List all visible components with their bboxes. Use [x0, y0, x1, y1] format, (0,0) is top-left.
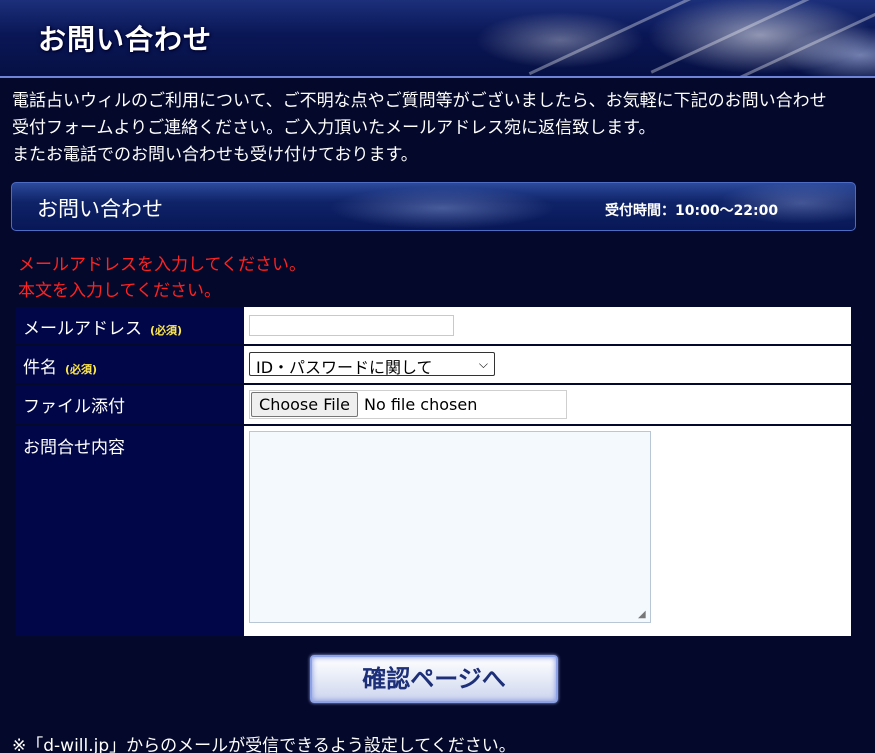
email-field[interactable]: [249, 315, 454, 336]
intro-line: 電話占いウィルのご利用について、ご不明な点やご質問等がございましたら、お気軽に下…: [12, 91, 827, 111]
chevron-down-icon: ⌵: [478, 357, 488, 371]
required-badge: (必須): [65, 363, 98, 376]
file-label: ファイル添付: [23, 397, 125, 417]
email-label-cell: メールアドレス (必須): [16, 307, 244, 344]
intro-text: 電話占いウィルのご利用について、ご不明な点やご質問等がございましたら、お気軽に下…: [12, 88, 867, 169]
body-value-cell: ◢: [244, 426, 851, 636]
error-messages: メールアドレスを入力してください。 本文を入力してください。: [18, 252, 306, 304]
feather-decoration: [708, 5, 875, 76]
choose-file-button[interactable]: Choose File: [251, 392, 358, 417]
email-label: メールアドレス: [23, 319, 142, 339]
email-row: メールアドレス (必須): [16, 307, 851, 344]
file-input[interactable]: Choose File No file chosen: [249, 390, 567, 419]
feather-decoration: [650, 0, 870, 74]
subject-selected-value: ID・パスワードに関して: [256, 358, 433, 377]
feather-decoration: [528, 0, 712, 76]
contact-page: お問い合わせ 電話占いウィルのご利用について、ご不明な点やご質問等がございました…: [0, 0, 875, 753]
subject-row: 件名 (必須) ID・パスワードに関して ⌵: [16, 346, 851, 383]
required-badge: (必須): [150, 324, 183, 337]
error-message: メールアドレスを入力してください。: [18, 255, 306, 275]
email-value-cell: [244, 307, 851, 344]
file-status: No file chosen: [364, 395, 478, 414]
resize-handle-icon[interactable]: ◢: [638, 610, 648, 620]
file-row: ファイル添付 Choose File No file chosen: [16, 385, 851, 424]
header-banner: お問い合わせ: [0, 0, 875, 78]
subject-label: 件名: [23, 358, 57, 378]
intro-line: 受付フォームよりご連絡ください。ご入力頂いたメールアドレス宛に返信致します。: [12, 118, 656, 138]
subject-label-cell: 件名 (必須): [16, 346, 244, 383]
body-row: お問合せ内容 ◢: [16, 426, 851, 636]
error-message: 本文を入力してください。: [18, 281, 221, 301]
message-textarea[interactable]: ◢: [249, 431, 651, 623]
section-header: お問い合わせ 受付時間：10:00〜22:00: [11, 182, 856, 231]
confirm-page-button[interactable]: 確認ページへ: [310, 655, 558, 703]
body-label: お問合せ内容: [23, 438, 125, 458]
page-title: お問い合わせ: [38, 23, 213, 56]
intro-line: またお電話でのお問い合わせも受け付けております。: [12, 145, 418, 165]
file-label-cell: ファイル添付: [16, 385, 244, 424]
business-hours: 受付時間：10:00〜22:00: [605, 203, 779, 219]
section-title: お問い合わせ: [37, 197, 163, 221]
footnote: ※「d-will.jp」からのメールが受信できるよう設定してください。: [12, 736, 516, 753]
subject-select[interactable]: ID・パスワードに関して ⌵: [249, 352, 495, 377]
file-value-cell: Choose File No file chosen: [244, 385, 851, 424]
body-label-cell: お問合せ内容: [16, 426, 244, 636]
subject-value-cell: ID・パスワードに関して ⌵: [244, 346, 851, 383]
